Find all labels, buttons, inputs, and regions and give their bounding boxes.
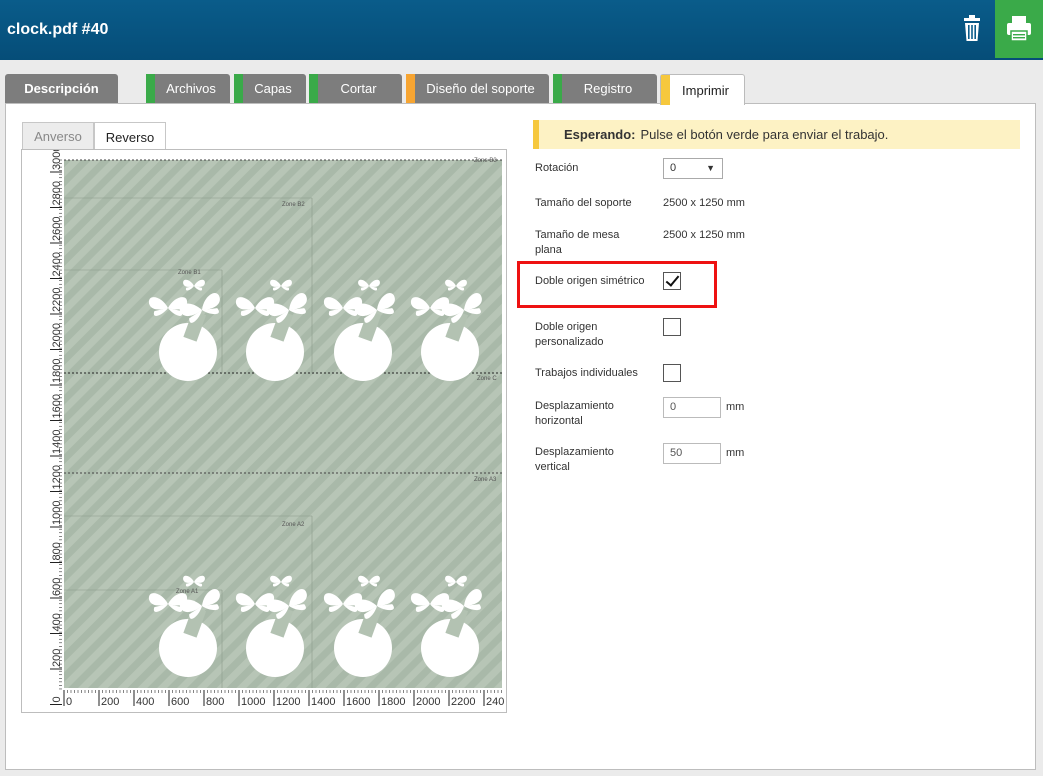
tab-capas[interactable]: Capas [234,74,306,103]
ruler-y-label: 2800 [51,181,63,205]
tab-label: Diseño del soporte [426,81,535,96]
media-size-label: Tamaño del soporte [535,197,632,209]
ruler-y-label: 3000 [51,150,63,170]
tab-label: Descripción [24,81,99,96]
tab-cortar[interactable]: Cortar [309,74,402,103]
tab-reverso[interactable]: Reverso [94,122,166,151]
ruler-x-label: 600 [171,696,189,708]
ruler-x-label: 2200 [451,696,475,708]
dual-origin-custom-checkbox[interactable] [663,318,681,336]
table-size-value: 2500 x 1250 mm [663,229,745,241]
status-stripe [661,75,670,105]
dual-origin-custom-label: Doble origen personalizado [535,321,604,348]
status-stripe [406,74,415,103]
tab-imprimir[interactable]: Imprimir [660,74,745,105]
status-stripe [553,74,562,103]
rotation-select[interactable]: 0 ▼ [663,158,723,179]
ruler-y-label: 2200 [51,288,63,312]
window-title: clock.pdf #40 [7,21,109,38]
status-banner: Esperando: Pulse el botón verde para env… [533,120,1020,149]
ruler-y-label: 1600 [51,394,63,418]
ruler-y-label: 1200 [51,465,63,489]
ruler-y-label: 200 [51,649,63,667]
status-message: Pulse el botón verde para enviar el trab… [640,127,889,142]
offset-h-label: Desplazamiento horizontal [535,400,614,427]
print-preview: Zone B3 Zone B2 Zone B1 Zone C Zone A3 Z… [21,146,507,713]
tab-descripcion[interactable]: Descripción [5,74,118,103]
zone-label: Zone B3 [474,158,497,164]
tab-diseno-soporte[interactable]: Diseño del soporte [406,74,549,103]
status-stripe [234,74,243,103]
status-label: Esperando: [564,127,636,142]
chevron-down-icon: ▼ [706,163,715,173]
ruler-y-label: 1400 [51,430,63,454]
preview-canvas: Zone B3 Zone B2 Zone B1 Zone C Zone A3 Z… [50,146,504,708]
tab-archivos[interactable]: Archivos [146,74,230,103]
trash-icon[interactable] [955,12,989,46]
ruler-y-label: 400 [51,613,63,631]
zone-label: Zone A2 [282,522,305,528]
zone-label: Zone C [477,376,497,382]
ruler-x-label: 1000 [241,696,265,708]
ruler-y-label: 2000 [51,323,63,347]
ruler-y-label: 2400 [51,252,63,276]
ruler-horizontal: 0 200 400 600 800 1000 1200 1400 1600 1800 2000 220… [63,690,504,708]
status-stripe [146,74,155,103]
tab-label: Anverso [34,129,82,144]
offset-v-label: Desplazamiento vertical [535,446,614,473]
ruler-x-label: 1800 [381,696,405,708]
tab-label: Imprimir [682,82,729,98]
rotation-value: 0 [670,162,677,174]
tab-anverso[interactable]: Anverso [22,122,94,150]
print-button[interactable] [995,0,1043,58]
ruler-x-label: 0 [66,696,72,708]
table-size-label: Tamaño de mesa plana [535,229,620,256]
ruler-y-label: 0 [51,696,63,702]
ruler-y-label: 2600 [51,217,63,241]
printer-icon [1007,16,1031,42]
ruler-x-label: 1200 [276,696,300,708]
status-stripe [309,74,318,103]
highlight-box [517,261,717,308]
individual-jobs-label: Trabajos individuales [535,367,638,379]
individual-jobs-checkbox[interactable] [663,364,681,382]
tab-label: Registro [583,81,633,96]
zone-label: Zone A3 [474,477,497,483]
ruler-x-label: 1600 [346,696,370,708]
offset-v-unit: mm [726,447,745,459]
ruler-x-label: 1400 [311,696,335,708]
ruler-y-label: 600 [51,578,63,596]
offset-h-input[interactable]: 0 [663,397,721,418]
tab-label: Cortar [340,81,377,96]
ruler-x-label: 400 [136,696,154,708]
tab-registro[interactable]: Registro [553,74,657,103]
offset-v-input[interactable]: 50 [663,443,721,464]
zone-label: Zone B1 [178,270,201,276]
ruler-x-label: 800 [206,696,224,708]
ruler-vertical: 3000280026002400220020001800160014001200… [50,146,63,705]
ruler-x-label: 2000 [416,696,440,708]
ruler-x-label: 240 [486,696,504,708]
ruler-y-label: 1000 [51,501,63,525]
offset-h-unit: mm [726,401,745,413]
rotation-label: Rotación [535,162,579,174]
media-size-value: 2500 x 1250 mm [663,197,745,209]
ruler-x-label: 200 [101,696,119,708]
tab-label: Capas [254,81,292,96]
ruler-y-label: 800 [51,542,63,560]
zone-label: Zone B2 [282,202,305,208]
title-bar: clock.pdf #40 [0,0,1043,60]
ruler-y-label: 1800 [51,359,63,383]
tab-label: Reverso [105,129,155,145]
tab-label: Archivos [166,81,216,96]
